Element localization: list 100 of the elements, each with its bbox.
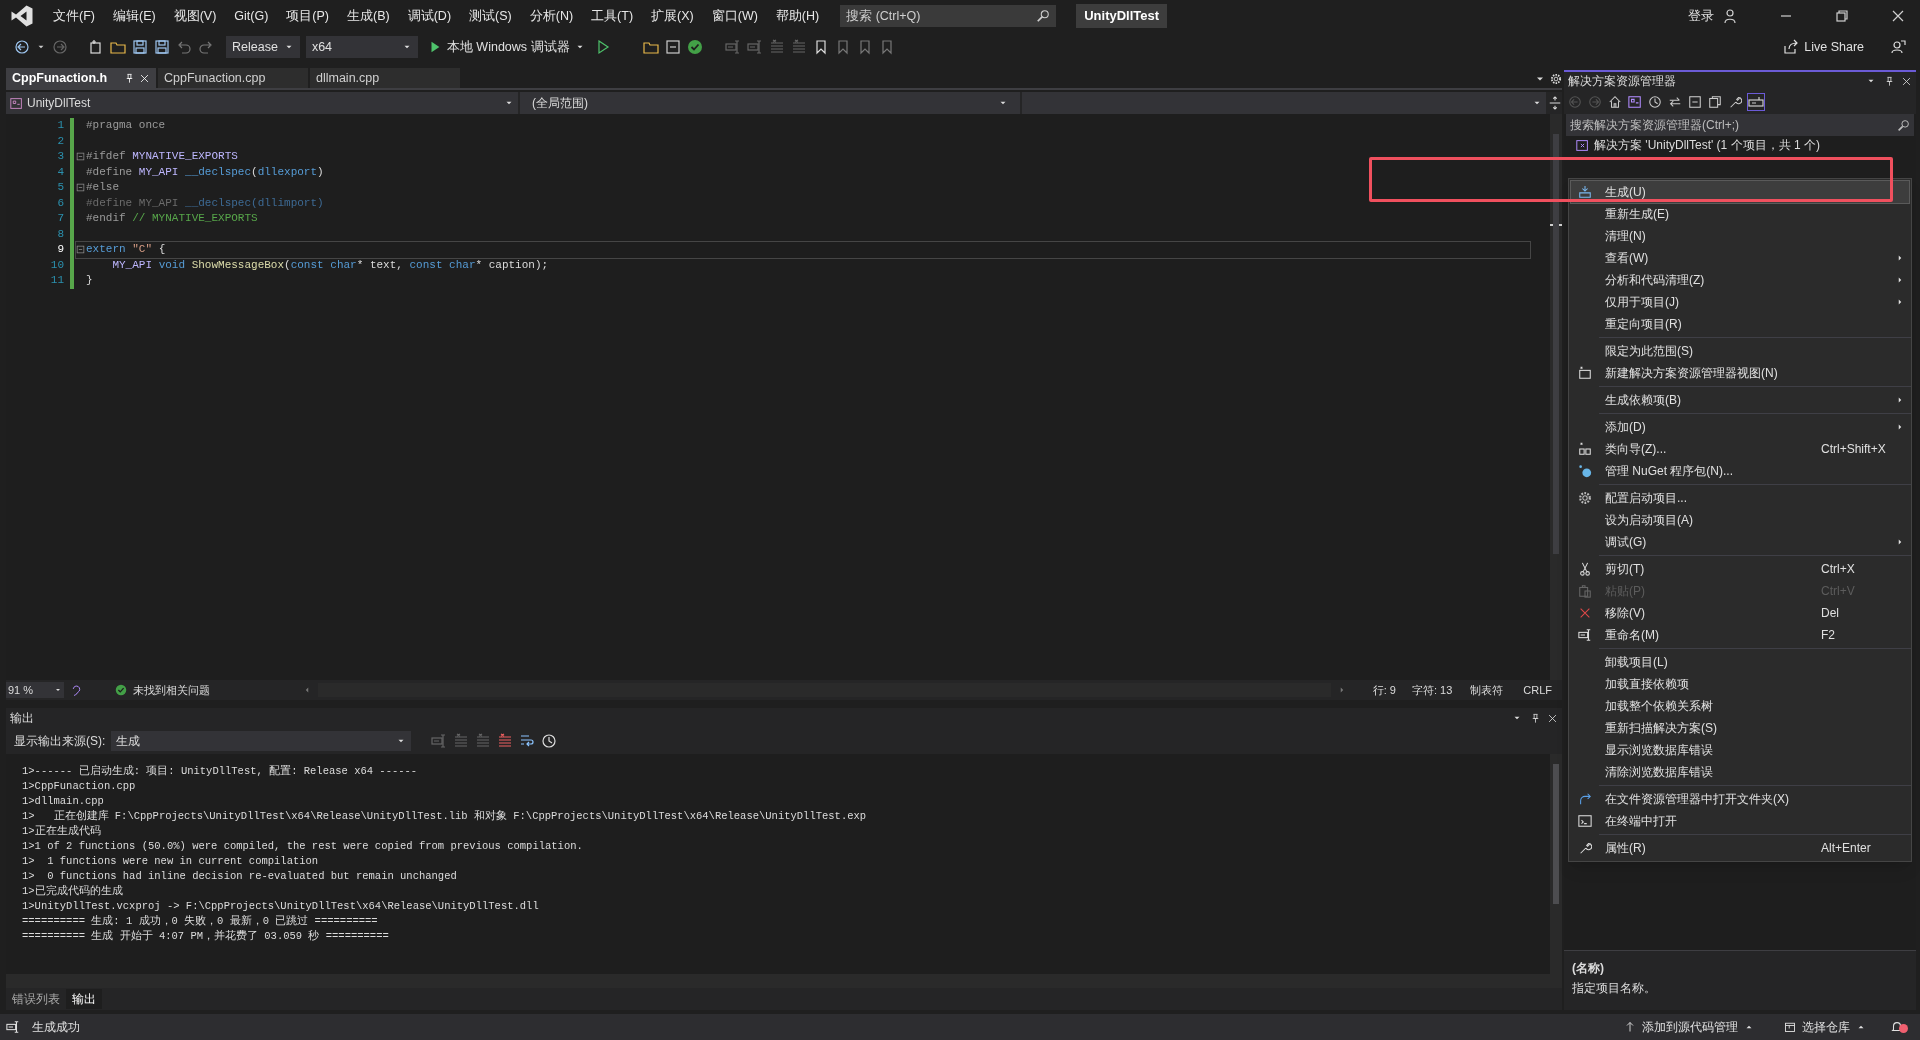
tree-item[interactable]: 解决方案 'UnityDllTest' (1 个项目，共 1 个) (1576, 138, 1916, 152)
pin-icon[interactable] (1530, 712, 1541, 724)
search-field[interactable]: 搜索解决方案资源管理器(Ctrl+;) (1566, 114, 1914, 136)
menu-item[interactable]: 重新扫描解决方案(S) (1571, 717, 1909, 739)
menu-item[interactable]: 工具(T) (582, 3, 643, 29)
menu-item[interactable]: 属性(R) Alt+Enter (1571, 837, 1909, 859)
menu-item[interactable]: Git(G) (225, 3, 278, 29)
menu-item[interactable]: 显示浏览数据库错误 (1571, 739, 1909, 761)
menu-item[interactable]: 测试(S) (460, 3, 521, 29)
menu-item[interactable]: 清理(N) (1571, 225, 1909, 247)
properties-icon[interactable] (1728, 95, 1742, 109)
show-all-files-icon[interactable] (1708, 95, 1722, 109)
menu-item[interactable]: 扩展(X) (642, 3, 703, 29)
pin-icon[interactable] (1884, 75, 1895, 87)
document-tab[interactable]: CppFunaction.cpp (158, 68, 308, 88)
uncomment-icon[interactable] (746, 39, 763, 55)
project-dropdown[interactable]: UnityDllTest (6, 92, 518, 114)
menu-item[interactable]: 类向导(Z)... Ctrl+Shift+X (1571, 438, 1909, 460)
menu-item[interactable]: 在终端中打开 (1571, 810, 1909, 832)
menu-item[interactable]: 仅用于项目(J) (1571, 291, 1909, 313)
menu-item[interactable]: 视图(V) (164, 3, 226, 29)
menu-item[interactable]: 生成依赖项(B) (1571, 389, 1909, 411)
comment-icon[interactable] (724, 39, 741, 55)
menu-item[interactable]: 设为启动项目(A) (1571, 509, 1909, 531)
collapse-icon[interactable] (76, 183, 85, 193)
undo-icon[interactable] (176, 39, 192, 55)
configuration-dropdown[interactable]: Release (226, 36, 300, 58)
split-icon[interactable] (1548, 96, 1562, 110)
menu-item[interactable]: 剪切(T) Ctrl+X (1571, 558, 1909, 580)
close-icon[interactable] (139, 72, 150, 84)
home-icon[interactable] (1608, 95, 1622, 109)
menu-item[interactable]: 重新生成(E) (1571, 203, 1909, 225)
menu-item[interactable]: 生成(B) (338, 3, 399, 29)
menu-item[interactable]: 查看(W) (1571, 247, 1909, 269)
restore-icon[interactable] (1834, 8, 1850, 24)
line-ending-indicator[interactable]: CRLF (1523, 681, 1552, 699)
feedback-icon[interactable] (1890, 39, 1906, 55)
document-tab[interactable]: CppFunaction.h (6, 68, 156, 88)
menu-item[interactable]: 移除(V) Del (1571, 602, 1909, 624)
column-indicator[interactable]: 字符: 13 (1411, 681, 1453, 699)
window-icon[interactable] (664, 39, 681, 55)
indent-indicator[interactable]: 制表符 (1470, 681, 1504, 699)
menu-item[interactable]: 重定向项目(R) (1571, 313, 1909, 335)
switch-views-icon[interactable] (1628, 95, 1642, 109)
repository-button[interactable]: 选择仓库 (1784, 1018, 1866, 1036)
menu-item[interactable]: 卸载项目(L) (1571, 651, 1909, 673)
menu-item[interactable]: 配置启动项目... (1571, 487, 1909, 509)
word-wrap-icon[interactable] (519, 733, 536, 749)
issues-status[interactable]: 未找到相关问题 (133, 681, 210, 699)
panel-tab[interactable]: 错误列表 (6, 989, 66, 1009)
preview-icon[interactable] (1748, 94, 1764, 110)
pin-icon[interactable] (124, 72, 135, 84)
close-icon[interactable] (1901, 75, 1912, 87)
menu-item[interactable]: 添加(D) (1571, 416, 1909, 438)
output-source-dropdown[interactable]: 生成 (111, 731, 412, 751)
source-control-button[interactable]: 添加到源代码管理 (1624, 1018, 1754, 1036)
sign-in-link[interactable]: 登录 (1688, 6, 1714, 26)
start-debugging-button[interactable]: 本地 Windows 调试器 (423, 37, 589, 57)
menu-item[interactable]: 新建解决方案资源管理器视图(N) (1571, 362, 1909, 384)
redo-icon[interactable] (198, 39, 214, 55)
document-tab[interactable]: dllmain.cpp (310, 68, 460, 88)
menu-item[interactable]: 帮助(H) (766, 3, 829, 29)
search-field[interactable]: 搜索 (Ctrl+Q) (840, 5, 1057, 27)
platform-dropdown[interactable]: x64 (305, 36, 418, 58)
menu-item[interactable]: 分析和代码清理(Z) (1571, 269, 1909, 291)
folder-search-icon[interactable] (642, 39, 659, 55)
open-folder-icon[interactable] (110, 39, 126, 55)
zoom-dropdown[interactable]: 91 % (6, 682, 64, 698)
scope-dropdown[interactable]: (全局范围) (520, 92, 1020, 114)
collapse-icon[interactable] (76, 152, 85, 162)
person-icon[interactable] (1722, 8, 1738, 24)
save-all-icon[interactable] (154, 39, 170, 55)
close-icon[interactable] (1547, 712, 1558, 724)
forward-icon[interactable] (52, 39, 68, 55)
menu-item[interactable]: 编辑(E) (103, 3, 165, 29)
collapse-all-icon[interactable] (1688, 95, 1702, 109)
menu-item[interactable]: 加载直接依赖项 (1571, 673, 1909, 695)
line-indicator[interactable]: 行: 9 (1372, 681, 1396, 699)
menu-item[interactable]: 分析(N) (520, 3, 583, 29)
vertical-scrollbar[interactable] (1550, 114, 1562, 680)
settings-icon[interactable] (1550, 73, 1562, 85)
live-share-button[interactable]: Live Share (1783, 37, 1864, 57)
back-icon[interactable] (14, 39, 30, 55)
menu-item[interactable]: 文件(F) (44, 3, 104, 29)
menu-item[interactable]: 项目(P) (277, 3, 338, 29)
pending-changes-icon[interactable] (1648, 95, 1662, 109)
timestamp-icon[interactable] (541, 733, 558, 749)
menu-item[interactable]: 调试(G) (1571, 531, 1909, 553)
menu-item[interactable]: 调试(D) (398, 3, 461, 29)
close-icon[interactable] (1890, 8, 1906, 24)
menu-item[interactable]: 窗口(W) (702, 3, 767, 29)
output-icon[interactable] (6, 1020, 20, 1034)
vertical-scrollbar[interactable] (1550, 754, 1562, 974)
menu-item[interactable]: 加载整个依赖关系树 (1571, 695, 1909, 717)
menu-item[interactable]: 重命名(M) F2 (1571, 624, 1909, 646)
save-icon[interactable] (132, 39, 148, 55)
menu-item[interactable]: 清除浏览数据库错误 (1571, 761, 1909, 783)
panel-tab[interactable]: 输出 (66, 989, 102, 1009)
menu-item[interactable]: 管理 NuGet 程序包(N)... (1571, 460, 1909, 482)
clear-all-icon[interactable] (497, 733, 514, 749)
